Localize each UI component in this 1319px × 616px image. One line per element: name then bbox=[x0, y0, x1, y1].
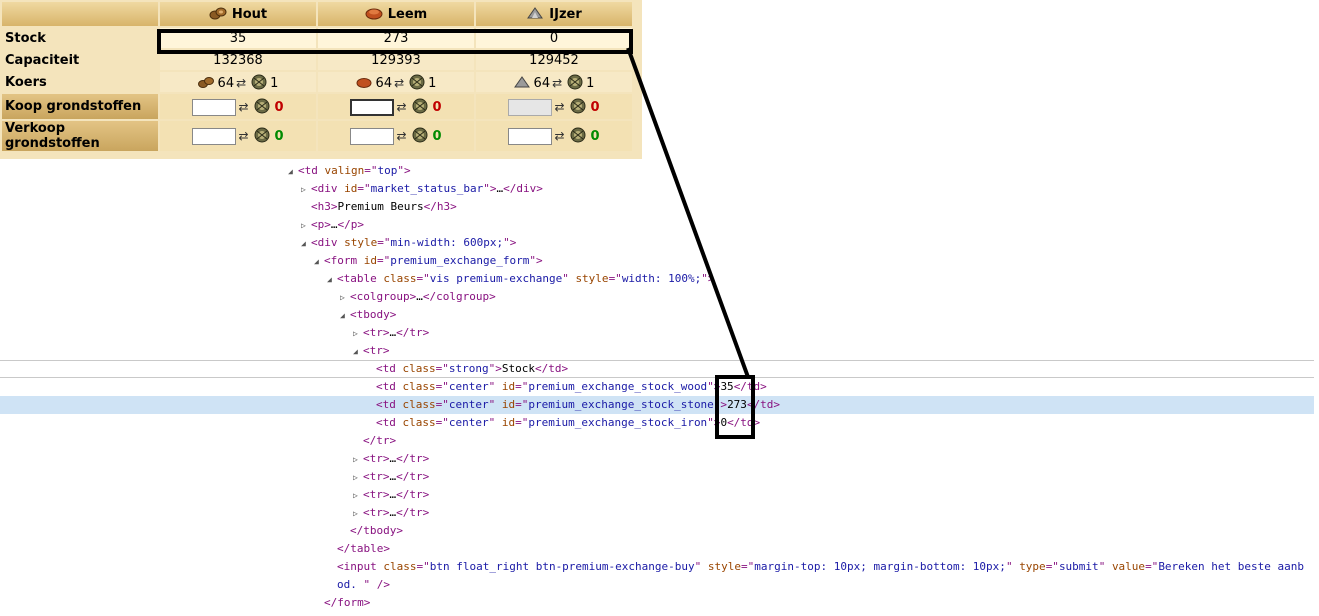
connector-line bbox=[626, 47, 750, 378]
value-highlight-box bbox=[715, 375, 755, 439]
